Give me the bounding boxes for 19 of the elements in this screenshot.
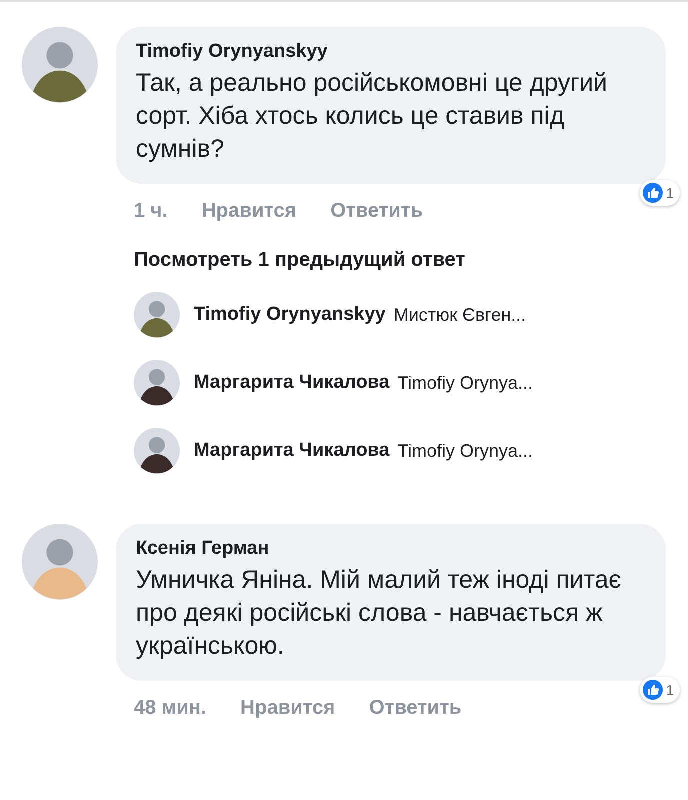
reaction-badge[interactable]: 1 <box>640 677 680 703</box>
author-name[interactable]: Ксенія Герман <box>136 538 646 560</box>
author-name[interactable]: Timofiy Orynyanskyy <box>136 41 646 63</box>
comment-text: Так, а реально російськомовні це другий сорт. Хіба хтось колись це ставив під сумнів? <box>136 68 609 165</box>
avatar[interactable] <box>134 428 180 474</box>
comment-text: Умничка Яніна. Мій малий теж іноді питає про деякі російські слова - навчається ж українською. <box>136 565 623 662</box>
more-replies-link[interactable]: Посмотреть 1 предыдущий ответ <box>116 223 688 292</box>
reply-preview[interactable]: Timofiy Orynya... <box>398 372 534 394</box>
like-icon <box>643 680 664 700</box>
reaction-badge[interactable]: 1 <box>640 180 680 206</box>
avatar[interactable] <box>134 360 180 406</box>
comment-time: 1 ч. <box>134 200 168 223</box>
reply-author[interactable]: Маргарита Чикалова <box>194 372 390 394</box>
like-icon <box>643 183 664 203</box>
reply-author[interactable]: Маргарита Чикалова <box>194 440 390 462</box>
comment-time: 48 мин. <box>134 697 207 720</box>
reply-preview[interactable]: Timofiy Orynya... <box>398 440 534 462</box>
reply-preview[interactable]: Мистюк Євген... <box>394 304 526 326</box>
reply-author[interactable]: Timofiy Orynyanskyy <box>194 304 386 326</box>
